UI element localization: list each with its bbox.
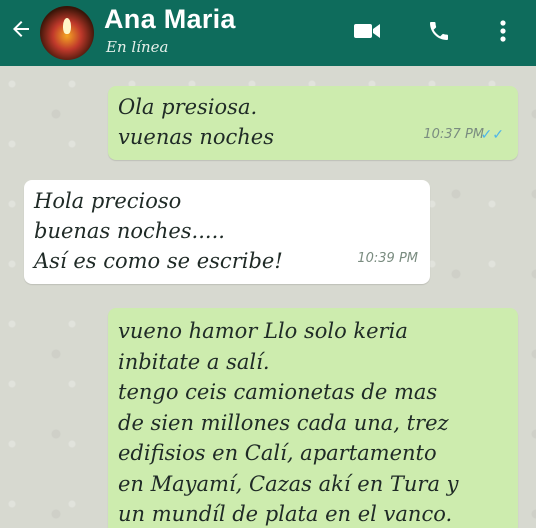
message-line: buenas noches..... [34,219,225,243]
message-line: inbitate a salí. [118,349,270,374]
chat-header: Ana Maria En línea [0,0,536,66]
contact-name[interactable]: Ana Maria [104,4,236,35]
message-bubble-incoming[interactable]: Hola precioso buenas noches..... Así es … [24,180,430,284]
message-line: Ola presiosa. [118,95,258,119]
video-call-icon[interactable] [352,16,382,46]
message-line: tengo ceis camionetas de mas [118,380,438,404]
message-time: 10:37 PM [423,127,484,142]
read-receipt-icon: ✓✓ [480,127,504,143]
candle-flame-icon [63,18,71,34]
phone-call-icon[interactable] [424,16,454,46]
message-bubble-outgoing[interactable]: vueno hamor Llo solo keria inbitate a sa… [108,308,518,528]
chat-area[interactable]: Ola presiosa. vuenas noches 10:37 PM ✓✓ … [0,66,536,528]
back-arrow-icon[interactable] [6,14,36,44]
message-line: de sien millones cada una, trez [118,410,449,435]
message-line: vueno hamor Llo solo keria [118,319,408,343]
message-line: un mundíl de plata en el vanco. [118,502,453,526]
more-options-icon[interactable] [488,16,518,46]
avatar[interactable] [40,6,94,60]
contact-status: En línea [106,38,169,56]
message-line: edifisios en Calí, apartamento [118,441,437,465]
message-line: Hola precioso [34,189,182,213]
message-time: 10:39 PM [357,251,418,266]
message-bubble-outgoing[interactable]: Ola presiosa. vuenas noches 10:37 PM ✓✓ [108,86,518,160]
message-line: en Mayamí, Cazas akí en Tura y [118,471,459,496]
